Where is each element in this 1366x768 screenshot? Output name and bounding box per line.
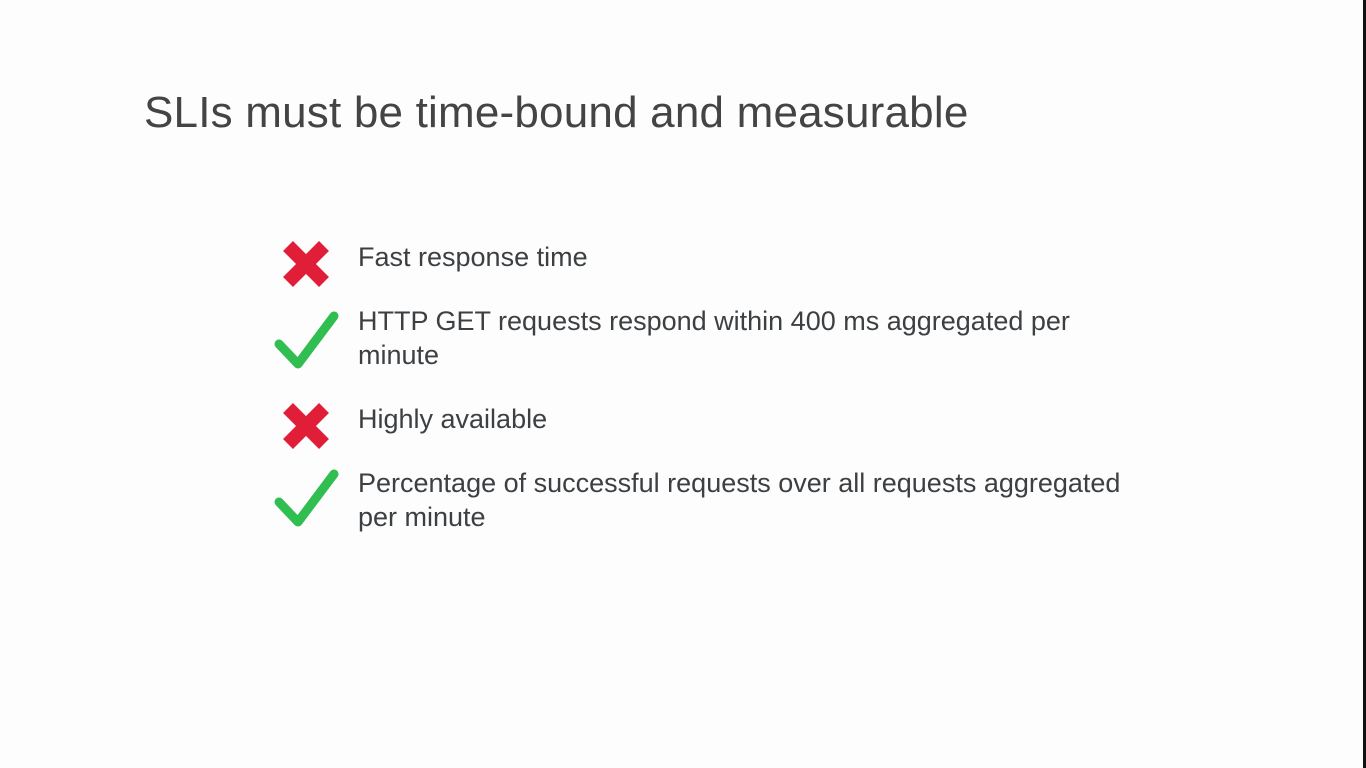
list-item: HTTP GET requests respond within 400 ms … xyxy=(272,304,1122,372)
item-text: Highly available xyxy=(358,404,548,434)
cross-icon xyxy=(283,403,329,449)
check-icon xyxy=(274,469,339,527)
list-item: Highly available xyxy=(272,402,1122,449)
list-item: Fast response time xyxy=(272,240,1122,287)
check-icon xyxy=(274,311,339,369)
item-text: Fast response time xyxy=(358,242,588,272)
item-text: HTTP GET requests respond within 400 ms … xyxy=(358,306,1070,370)
item-text: Percentage of successful requests over a… xyxy=(358,468,1121,532)
slide-title: SLIs must be time-bound and measurable xyxy=(144,88,969,137)
slide: { "title": "SLIs must be time-bound and … xyxy=(0,0,1366,768)
cross-icon xyxy=(283,241,329,287)
list-item: Percentage of successful requests over a… xyxy=(272,466,1122,534)
